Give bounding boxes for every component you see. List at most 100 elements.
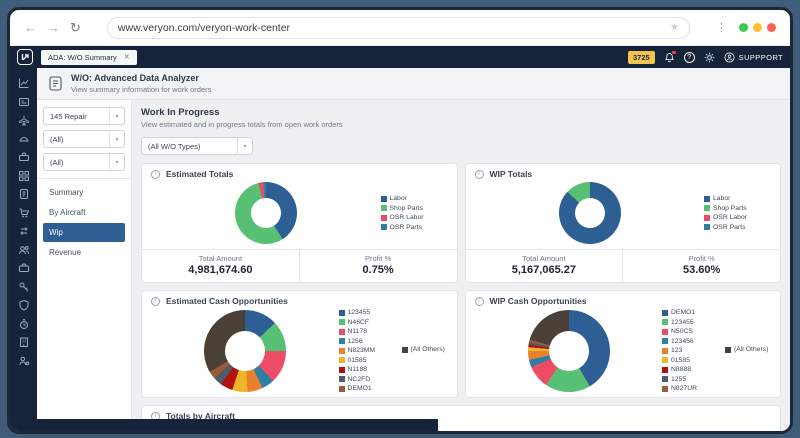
settings-gear-icon[interactable] — [704, 52, 715, 63]
sidebar-filter-select[interactable]: (All) — [43, 153, 125, 171]
browser-menu-icon[interactable] — [716, 21, 727, 34]
card-header: WIP Cash Opportunities — [466, 291, 781, 308]
filters-sidebar: 145 Repair (All) (All) — [37, 100, 132, 431]
notifications-button[interactable] — [664, 52, 675, 63]
estimated-cash-donut-chart[interactable] — [204, 310, 286, 392]
rail-building-icon[interactable] — [18, 336, 30, 348]
rail-pilot-icon[interactable] — [18, 133, 30, 145]
card-estimated-cash-opportunities: Estimated Cash Opportunities 123455 N46CF… — [141, 290, 458, 398]
card-title: Estimated Totals — [166, 169, 233, 179]
wip-cash-donut-chart[interactable] — [528, 310, 610, 392]
stat-value: 4,981,674.60 — [142, 264, 299, 276]
help-icon[interactable] — [684, 52, 695, 63]
legend-item: 01585 — [662, 357, 720, 364]
legend-swatch — [381, 215, 387, 221]
window-zoom-button[interactable] — [739, 23, 748, 32]
veryon-logo[interactable] — [17, 49, 33, 65]
wo-type-filter-select[interactable]: (All W/O Types) — [141, 137, 253, 155]
legend-swatch — [381, 224, 387, 230]
legend-item: N46CF — [339, 319, 397, 326]
stat-label: Profit % — [623, 254, 780, 263]
legend-swatch — [402, 347, 408, 353]
desktop-background: www.veryon.com/veryon-work-center ADA: W… — [0, 0, 800, 438]
sidebar-filter-select[interactable]: (All) — [43, 130, 125, 148]
rail-people-icon[interactable] — [18, 244, 30, 256]
rail-stopwatch-icon[interactable] — [18, 318, 30, 330]
section-subtitle: View estimated and in progress totals fr… — [141, 120, 781, 129]
legend-item: Shop Parts — [704, 205, 770, 212]
browser-window: www.veryon.com/veryon-work-center ADA: W… — [7, 7, 793, 434]
card-header: WIP Totals — [466, 164, 781, 181]
sidebar-nav-item[interactable]: By Aircraft — [43, 203, 125, 222]
card-stats: Total Amount 4,981,674.60 Profit % 0.75% — [142, 249, 457, 282]
rail-document-icon[interactable] — [18, 188, 30, 200]
stat-value: 0.75% — [300, 264, 457, 276]
app-bar-actions: 3725 — [628, 51, 783, 64]
sidebar-nav-item[interactable]: Revenue — [43, 243, 125, 262]
rail-briefcase-icon[interactable] — [18, 262, 30, 274]
stat-value: 53.60% — [623, 264, 780, 276]
rail-logbook-icon[interactable] — [18, 96, 30, 108]
legend-item: Labor — [381, 195, 447, 202]
rail-toolbox-icon[interactable] — [18, 151, 30, 163]
legend-item: Labor — [704, 195, 770, 202]
info-icon[interactable] — [475, 170, 484, 179]
chevron-down-icon — [109, 108, 124, 124]
legend-swatch — [662, 367, 668, 373]
info-icon[interactable] — [151, 297, 160, 306]
chevron-down-icon — [109, 154, 124, 170]
address-bar[interactable]: www.veryon.com/veryon-work-center — [107, 17, 690, 39]
card-header: Estimated Cash Opportunities — [142, 291, 457, 308]
legend-swatch — [704, 224, 710, 230]
legend-item: (All Others) — [725, 346, 771, 353]
select-value: (All W/O Types) — [142, 142, 237, 151]
rail-aircraft-icon[interactable] — [18, 114, 30, 126]
forward-icon[interactable] — [47, 20, 60, 35]
info-icon[interactable] — [151, 170, 160, 179]
bookmark-star-icon[interactable] — [670, 22, 679, 33]
window-close-button[interactable] — [767, 23, 776, 32]
legend-item: DEMO1 — [662, 309, 720, 316]
tab-wo-summary[interactable]: ADA: W/O Summary — [41, 50, 137, 65]
card-wip-totals: WIP Totals LaborShop PartsOSR LaborOSR P… — [465, 163, 782, 283]
legend-item: 123455 — [339, 309, 397, 316]
section-title: Work In Progress — [141, 107, 781, 118]
legend-item: 123455 — [662, 319, 720, 326]
rail-shield-icon[interactable] — [18, 299, 30, 311]
lower-region: 145 Repair (All) (All) — [37, 100, 790, 431]
sidebar-divider — [37, 178, 131, 179]
legend-swatch — [339, 376, 345, 382]
work-order-document-icon — [49, 76, 62, 91]
reload-icon[interactable] — [70, 20, 81, 36]
legend-swatch — [662, 376, 668, 382]
module-icon-rail — [10, 68, 37, 431]
back-icon[interactable] — [24, 20, 37, 35]
tab-close-icon[interactable] — [124, 53, 130, 61]
rail-modules-icon[interactable] — [18, 170, 30, 182]
rail-key-icon[interactable] — [18, 281, 30, 293]
sidebar-nav-item[interactable]: Wip — [43, 223, 125, 242]
chart-legend: LaborShop PartsOSR LaborOSR Parts — [704, 195, 770, 231]
legend-item: 1255 — [662, 376, 720, 383]
legend-swatch — [339, 367, 345, 373]
chart-legend: DEMO1123455N50CS12345612301585N88881255N… — [662, 309, 770, 392]
info-icon[interactable] — [475, 297, 484, 306]
legend-item: N50CS — [662, 328, 720, 335]
app-body: W/O: Advanced Data Analyzer View summary… — [10, 68, 790, 431]
rail-analytics-icon[interactable] — [18, 77, 30, 89]
window-minimize-button[interactable] — [753, 23, 762, 32]
rail-transfer-icon[interactable] — [18, 225, 30, 237]
legend-swatch — [339, 386, 345, 392]
sidebar-filter-select[interactable]: 145 Repair — [43, 107, 125, 125]
rail-cart-icon[interactable] — [18, 207, 30, 219]
support-button[interactable]: SUPPPORT — [724, 52, 783, 63]
estimated-totals-donut-chart[interactable] — [235, 182, 297, 244]
stat-cell: Profit % 53.60% — [622, 250, 780, 282]
wip-totals-donut-chart[interactable] — [559, 182, 621, 244]
counter-badge[interactable]: 3725 — [628, 51, 655, 64]
select-value: (All) — [44, 158, 109, 167]
sidebar-nav-label: Revenue — [49, 248, 81, 257]
legend-swatch — [704, 205, 710, 211]
rail-user-settings-icon[interactable] — [18, 355, 30, 367]
sidebar-nav-item[interactable]: Summary — [43, 183, 125, 202]
